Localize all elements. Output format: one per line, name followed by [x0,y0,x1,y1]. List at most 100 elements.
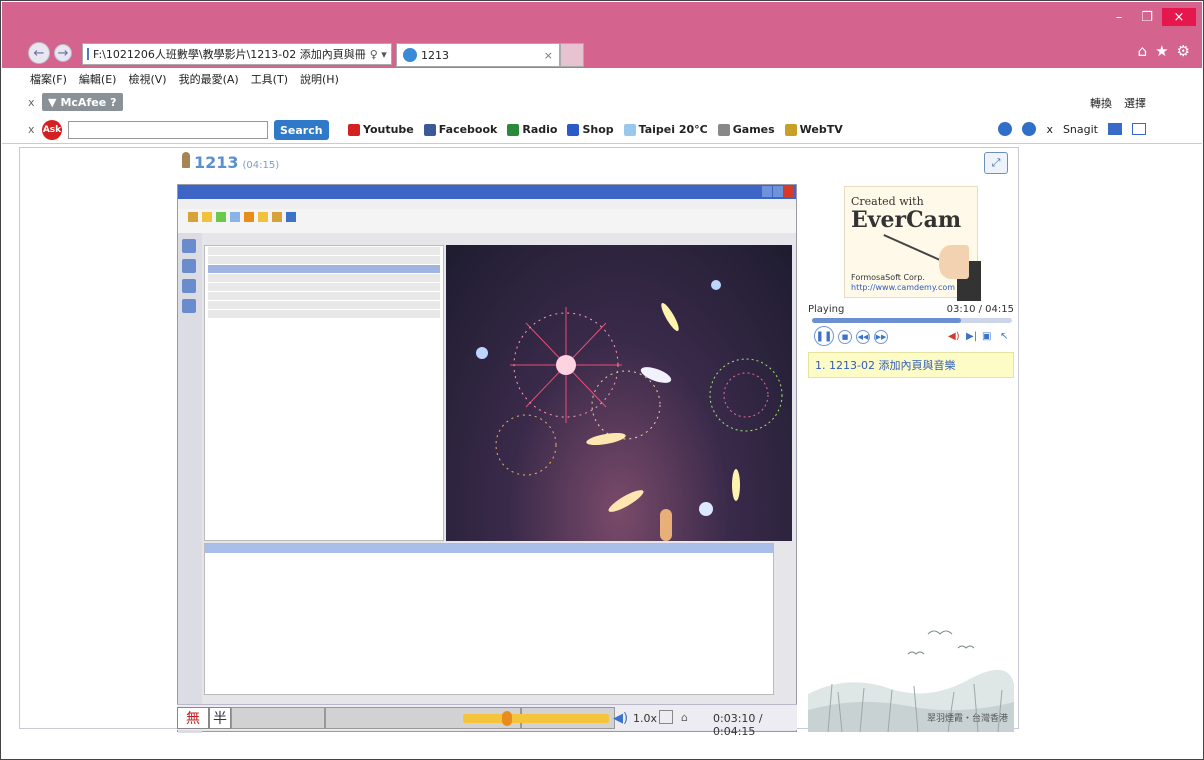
circle-icon[interactable] [998,122,1013,136]
list-item [208,310,440,318]
fullscreen-icon[interactable]: ⤢ [984,152,1008,174]
pointer-icon[interactable]: ↖ [1000,331,1008,342]
address-bar[interactable]: F:\1021206人班數學\教學影片\1213-02 添加內頁與冊 ♀ ▾ C [82,43,392,65]
stop-button[interactable]: ■ [838,330,852,344]
forward-button[interactable]: ▶▶ [874,330,888,344]
translate-button[interactable]: 轉換 [1090,95,1112,111]
webtv-icon [784,123,797,136]
recorded-close-icon [784,186,794,197]
sidebar-icon [182,259,196,273]
timeline-slider[interactable] [463,711,609,726]
new-tab-button[interactable] [560,43,584,67]
list-item [208,274,440,282]
playback-speed[interactable]: 1.0x [633,712,657,725]
back-button[interactable]: ← [28,42,50,64]
toolbar-close-icon[interactable]: x [1046,123,1053,136]
link-radio[interactable]: Radio [507,123,557,136]
toolbar-icon [272,212,282,222]
toc-icon[interactable]: ▶| [966,331,977,342]
recorded-minimize-icon [762,186,772,197]
progress-fill [812,318,961,323]
home-icon[interactable]: ⌂ [1138,42,1148,60]
volume-icon[interactable]: ◀) [948,331,960,342]
rewind-button[interactable]: ◀◀ [856,330,870,344]
list-item [208,283,440,291]
maximize-button[interactable]: ❐ [1134,8,1160,26]
page-icon [87,48,89,60]
link-games[interactable]: Games [717,123,775,136]
browser-titlebar: – ❐ × ← → F:\1021206人班數學\教學影片\1213-02 添加… [2,2,1202,68]
settings-gear-icon[interactable]: ⚙ [1177,42,1190,60]
ime-width-button[interactable]: 半 [209,707,231,729]
menu-view[interactable]: 檢視(V) [128,71,166,87]
browser-window: – ❐ × ← → F:\1021206人班數學\教學影片\1213-02 添加… [0,0,1204,760]
logo-url[interactable]: http://www.camdemy.com [851,283,955,292]
sidebar-icon [182,279,196,293]
playback-time: 03:10 / 04:15 [946,304,1014,315]
search-button[interactable]: Search [274,120,329,140]
recorded-app-sidebar [178,233,202,733]
lecture-video[interactable] [177,184,797,733]
youtube-icon [348,123,360,136]
favorites-star-icon[interactable]: ★ [1155,42,1168,60]
menu-favorites[interactable]: 我的最愛(A) [179,71,239,87]
menu-help[interactable]: 說明(H) [300,71,339,87]
mcafee-button[interactable]: ▼ McAfee ? [42,93,123,111]
link-facebook[interactable]: Facebook [423,123,497,136]
fit-screen-icon[interactable] [659,710,673,724]
logo-company: FormosaSoft Corp. [851,273,925,282]
select-button[interactable]: 選擇 [1124,95,1146,111]
volume-icon[interactable]: ◀) [613,711,628,726]
menu-edit[interactable]: 編輯(E) [79,71,117,87]
games-icon [717,123,730,136]
playback-progress[interactable] [812,318,1012,323]
screen-icon[interactable]: ▣ [982,331,991,342]
playback-status: Playing [808,304,845,315]
ime-mode-button[interactable]: 無 [177,707,209,729]
toolbar-close-icon[interactable]: x [28,123,35,136]
link-label: WebTV [799,123,843,136]
link-weather[interactable]: Taipei 20°C [623,123,708,136]
close-button[interactable]: × [1162,8,1196,26]
toolbar-icon [286,212,296,222]
ask-right: x Snagit [998,122,1146,136]
menu-tools[interactable]: 工具(T) [251,71,288,87]
tab-title: 1213 [421,48,449,62]
toolbar-icon [230,212,240,222]
forward-button[interactable]: → [54,44,72,62]
ask-search-input[interactable] [68,121,268,139]
snagit-button[interactable]: Snagit [1063,123,1098,136]
panel-header [205,544,773,553]
pause-button[interactable]: ❚❚ [814,326,834,346]
snagit-edit-icon[interactable] [1132,123,1146,135]
toolbar-close-icon[interactable]: x [28,96,35,109]
hand-shape [939,245,969,279]
ask-links: Youtube Facebook Radio Shop Taipei 20°C … [348,123,843,136]
list-item [208,301,440,309]
link-youtube[interactable]: Youtube [348,123,414,136]
menu-file[interactable]: 檔案(F) [30,71,67,87]
toolbar-icon [244,212,254,222]
link-webtv[interactable]: WebTV [784,123,843,136]
timeline-knob[interactable] [501,711,512,726]
evercam-logo: Created with EverCam FormosaSoft Corp. h… [844,186,981,301]
link-shop[interactable]: Shop [567,123,614,136]
video-player-bar: 無 半 ◀) 1.0x ⌂ 0:03:10 / 0:04:15 [177,704,797,738]
address-actions[interactable]: ♀ ▾ C [366,48,391,61]
link-label: Shop [582,123,614,136]
ask-logo-icon[interactable]: Ask [42,120,62,140]
snagit-capture-icon[interactable] [1108,123,1122,135]
side-panel: Created with EverCam FormosaSoft Corp. h… [808,184,1014,732]
tab-close-icon[interactable]: × [544,49,553,62]
tab-active[interactable]: 1213 × [396,43,560,67]
minimize-button[interactable]: – [1106,8,1132,26]
shop-icon [567,123,580,136]
recorded-window-controls [762,186,794,197]
page-content: 1213 (04:15) ⤢ 無 半 ◀) 1.0x ⌂ 0:03:10 / 0… [19,147,1019,738]
recorded-app-titlebar [178,185,796,199]
search-circle-icon[interactable] [1022,122,1037,136]
toc-item[interactable]: 1. 1213-02 添加內頁與音樂 [808,352,1014,378]
address-text: F:\1021206人班數學\教學影片\1213-02 添加內頁與冊 [93,48,366,61]
presentation-name: 1213 [194,153,239,172]
pointer-icon[interactable]: ⌂ [681,711,688,724]
